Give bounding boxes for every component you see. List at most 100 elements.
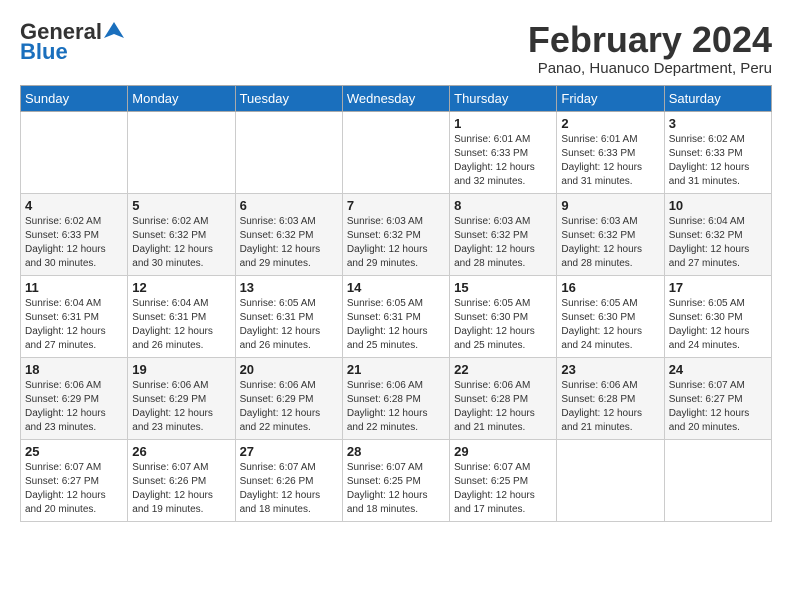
- calendar-week-3: 11 Sunrise: 6:04 AMSunset: 6:31 PMDayligh…: [21, 275, 772, 357]
- calendar-cell: 7Sunrise: 6:03 AMSunset: 6:32 PMDaylight…: [342, 193, 449, 275]
- day-info: Sunrise: 6:06 AMSunset: 6:29 PMDaylight:…: [25, 379, 123, 435]
- calendar-cell: 5 Sunrise: 6:02 AMSunset: 6:32 PMDaylight…: [128, 193, 235, 275]
- day-number: 17: [669, 280, 767, 295]
- day-header-saturday: Saturday: [664, 85, 771, 111]
- day-info: Sunrise: 6:03 AMSunset: 6:32 PMDaylight:…: [454, 215, 552, 271]
- calendar-cell: 4 Sunrise: 6:02 AMSunset: 6:33 PMDaylight…: [21, 193, 128, 275]
- day-info: Sunrise: 6:03 AMSunset: 6:32 PMDaylight:…: [240, 215, 338, 271]
- calendar-cell: 1Sunrise: 6:01 AMSunset: 6:33 PMDaylight…: [450, 111, 557, 193]
- location-subtitle: Panao, Huanuco Department, Peru: [528, 60, 772, 77]
- day-number: 28: [347, 444, 445, 459]
- calendar-cell: 11 Sunrise: 6:04 AMSunset: 6:31 PMDayligh…: [21, 275, 128, 357]
- calendar-cell: 14Sunrise: 6:05 AMSunset: 6:31 PMDayligh…: [342, 275, 449, 357]
- day-header-sunday: Sunday: [21, 85, 128, 111]
- calendar-week-2: 4 Sunrise: 6:02 AMSunset: 6:33 PMDaylight…: [21, 193, 772, 275]
- calendar-cell: 8 Sunrise: 6:03 AMSunset: 6:32 PMDaylight…: [450, 193, 557, 275]
- calendar-cell: 13 Sunrise: 6:05 AMSunset: 6:31 PMDayligh…: [235, 275, 342, 357]
- calendar-cell: 18 Sunrise: 6:06 AMSunset: 6:29 PMDayligh…: [21, 357, 128, 439]
- day-info: Sunrise: 6:02 AMSunset: 6:33 PMDaylight:…: [25, 215, 123, 271]
- day-number: 26: [132, 444, 230, 459]
- day-number: 1: [454, 116, 552, 131]
- day-number: 22: [454, 362, 552, 377]
- day-info: Sunrise: 6:03 AMSunset: 6:32 PMDaylight:…: [561, 215, 659, 271]
- calendar-cell: 6 Sunrise: 6:03 AMSunset: 6:32 PMDaylight…: [235, 193, 342, 275]
- day-info: Sunrise: 6:07 AMSunset: 6:25 PMDaylight:…: [347, 461, 445, 517]
- logo-blue: Blue: [20, 40, 68, 64]
- day-number: 6: [240, 198, 338, 213]
- day-info: Sunrise: 6:02 AMSunset: 6:33 PMDaylight:…: [669, 133, 767, 189]
- calendar-cell: 15Sunrise: 6:05 AMSunset: 6:30 PMDayligh…: [450, 275, 557, 357]
- day-number: 7: [347, 198, 445, 213]
- day-info: Sunrise: 6:04 AMSunset: 6:31 PMDaylight:…: [25, 297, 123, 353]
- day-header-wednesday: Wednesday: [342, 85, 449, 111]
- day-number: 2: [561, 116, 659, 131]
- day-number: 15: [454, 280, 552, 295]
- calendar-cell: [664, 439, 771, 521]
- calendar-cell: 24 Sunrise: 6:07 AMSunset: 6:27 PMDayligh…: [664, 357, 771, 439]
- day-number: 12: [132, 280, 230, 295]
- day-info: Sunrise: 6:05 AMSunset: 6:31 PMDaylight:…: [347, 297, 445, 353]
- calendar-cell: 16 Sunrise: 6:05 AMSunset: 6:30 PMDayligh…: [557, 275, 664, 357]
- day-info: Sunrise: 6:07 AMSunset: 6:26 PMDaylight:…: [240, 461, 338, 517]
- day-info: Sunrise: 6:06 AMSunset: 6:28 PMDaylight:…: [454, 379, 552, 435]
- day-number: 10: [669, 198, 767, 213]
- calendar-header-row: SundayMondayTuesdayWednesdayThursdayFrid…: [21, 85, 772, 111]
- calendar-cell: 10 Sunrise: 6:04 AMSunset: 6:32 PMDayligh…: [664, 193, 771, 275]
- day-header-thursday: Thursday: [450, 85, 557, 111]
- day-number: 25: [25, 444, 123, 459]
- day-number: 21: [347, 362, 445, 377]
- calendar-cell: 20Sunrise: 6:06 AMSunset: 6:29 PMDayligh…: [235, 357, 342, 439]
- day-number: 20: [240, 362, 338, 377]
- day-number: 9: [561, 198, 659, 213]
- day-header-monday: Monday: [128, 85, 235, 111]
- day-number: 24: [669, 362, 767, 377]
- day-info: Sunrise: 6:06 AMSunset: 6:29 PMDaylight:…: [132, 379, 230, 435]
- day-number: 5: [132, 198, 230, 213]
- calendar-cell: 22 Sunrise: 6:06 AMSunset: 6:28 PMDayligh…: [450, 357, 557, 439]
- title-section: February 2024 Panao, Huanuco Department,…: [528, 20, 772, 77]
- calendar-table: SundayMondayTuesdayWednesdayThursdayFrid…: [20, 85, 772, 522]
- day-header-tuesday: Tuesday: [235, 85, 342, 111]
- month-title: February 2024: [528, 20, 772, 60]
- day-info: Sunrise: 6:06 AMSunset: 6:28 PMDaylight:…: [347, 379, 445, 435]
- calendar-body: 1 Sunrise: 6:01 AMSunset: 6:33 PMDaylight…: [21, 111, 772, 521]
- day-number: 8: [454, 198, 552, 213]
- calendar-cell: [557, 439, 664, 521]
- calendar-cell: 9 Sunrise: 6:03 AMSunset: 6:32 PMDaylight…: [557, 193, 664, 275]
- calendar-cell: 21 Sunrise: 6:06 AMSunset: 6:28 PMDayligh…: [342, 357, 449, 439]
- calendar-cell: 26Sunrise: 6:07 AMSunset: 6:26 PMDayligh…: [128, 439, 235, 521]
- day-info: Sunrise: 6:07 AMSunset: 6:25 PMDaylight:…: [454, 461, 552, 517]
- calendar-week-1: 1 Sunrise: 6:01 AMSunset: 6:33 PMDaylight…: [21, 111, 772, 193]
- day-number: 13: [240, 280, 338, 295]
- day-info: Sunrise: 6:02 AMSunset: 6:32 PMDaylight:…: [132, 215, 230, 271]
- day-info: Sunrise: 6:07 AMSunset: 6:27 PMDaylight:…: [25, 461, 123, 517]
- day-info: Sunrise: 6:05 AMSunset: 6:30 PMDaylight:…: [561, 297, 659, 353]
- calendar-cell: [21, 111, 128, 193]
- page-header: General Blue February 2024 Panao, Huanuc…: [20, 20, 772, 77]
- day-info: Sunrise: 6:07 AMSunset: 6:27 PMDaylight:…: [669, 379, 767, 435]
- calendar-cell: [128, 111, 235, 193]
- day-number: 4: [25, 198, 123, 213]
- day-info: Sunrise: 6:05 AMSunset: 6:31 PMDaylight:…: [240, 297, 338, 353]
- calendar-cell: 25 Sunrise: 6:07 AMSunset: 6:27 PMDayligh…: [21, 439, 128, 521]
- day-number: 16: [561, 280, 659, 295]
- calendar-cell: 27 Sunrise: 6:07 AMSunset: 6:26 PMDayligh…: [235, 439, 342, 521]
- day-info: Sunrise: 6:01 AMSunset: 6:33 PMDaylight:…: [561, 133, 659, 189]
- day-number: 18: [25, 362, 123, 377]
- calendar-week-5: 25 Sunrise: 6:07 AMSunset: 6:27 PMDayligh…: [21, 439, 772, 521]
- day-number: 29: [454, 444, 552, 459]
- calendar-cell: 12 Sunrise: 6:04 AMSunset: 6:31 PMDayligh…: [128, 275, 235, 357]
- day-number: 27: [240, 444, 338, 459]
- calendar-cell: [235, 111, 342, 193]
- day-number: 23: [561, 362, 659, 377]
- calendar-cell: 28 Sunrise: 6:07 AMSunset: 6:25 PMDayligh…: [342, 439, 449, 521]
- day-number: 11: [25, 280, 123, 295]
- calendar-cell: 19Sunrise: 6:06 AMSunset: 6:29 PMDayligh…: [128, 357, 235, 439]
- day-info: Sunrise: 6:04 AMSunset: 6:32 PMDaylight:…: [669, 215, 767, 271]
- logo-bird-icon: [104, 20, 124, 40]
- day-info: Sunrise: 6:04 AMSunset: 6:31 PMDaylight:…: [132, 297, 230, 353]
- day-header-friday: Friday: [557, 85, 664, 111]
- calendar-cell: 23Sunrise: 6:06 AMSunset: 6:28 PMDayligh…: [557, 357, 664, 439]
- calendar-cell: 2 Sunrise: 6:01 AMSunset: 6:33 PMDaylight…: [557, 111, 664, 193]
- calendar-cell: 3Sunrise: 6:02 AMSunset: 6:33 PMDaylight…: [664, 111, 771, 193]
